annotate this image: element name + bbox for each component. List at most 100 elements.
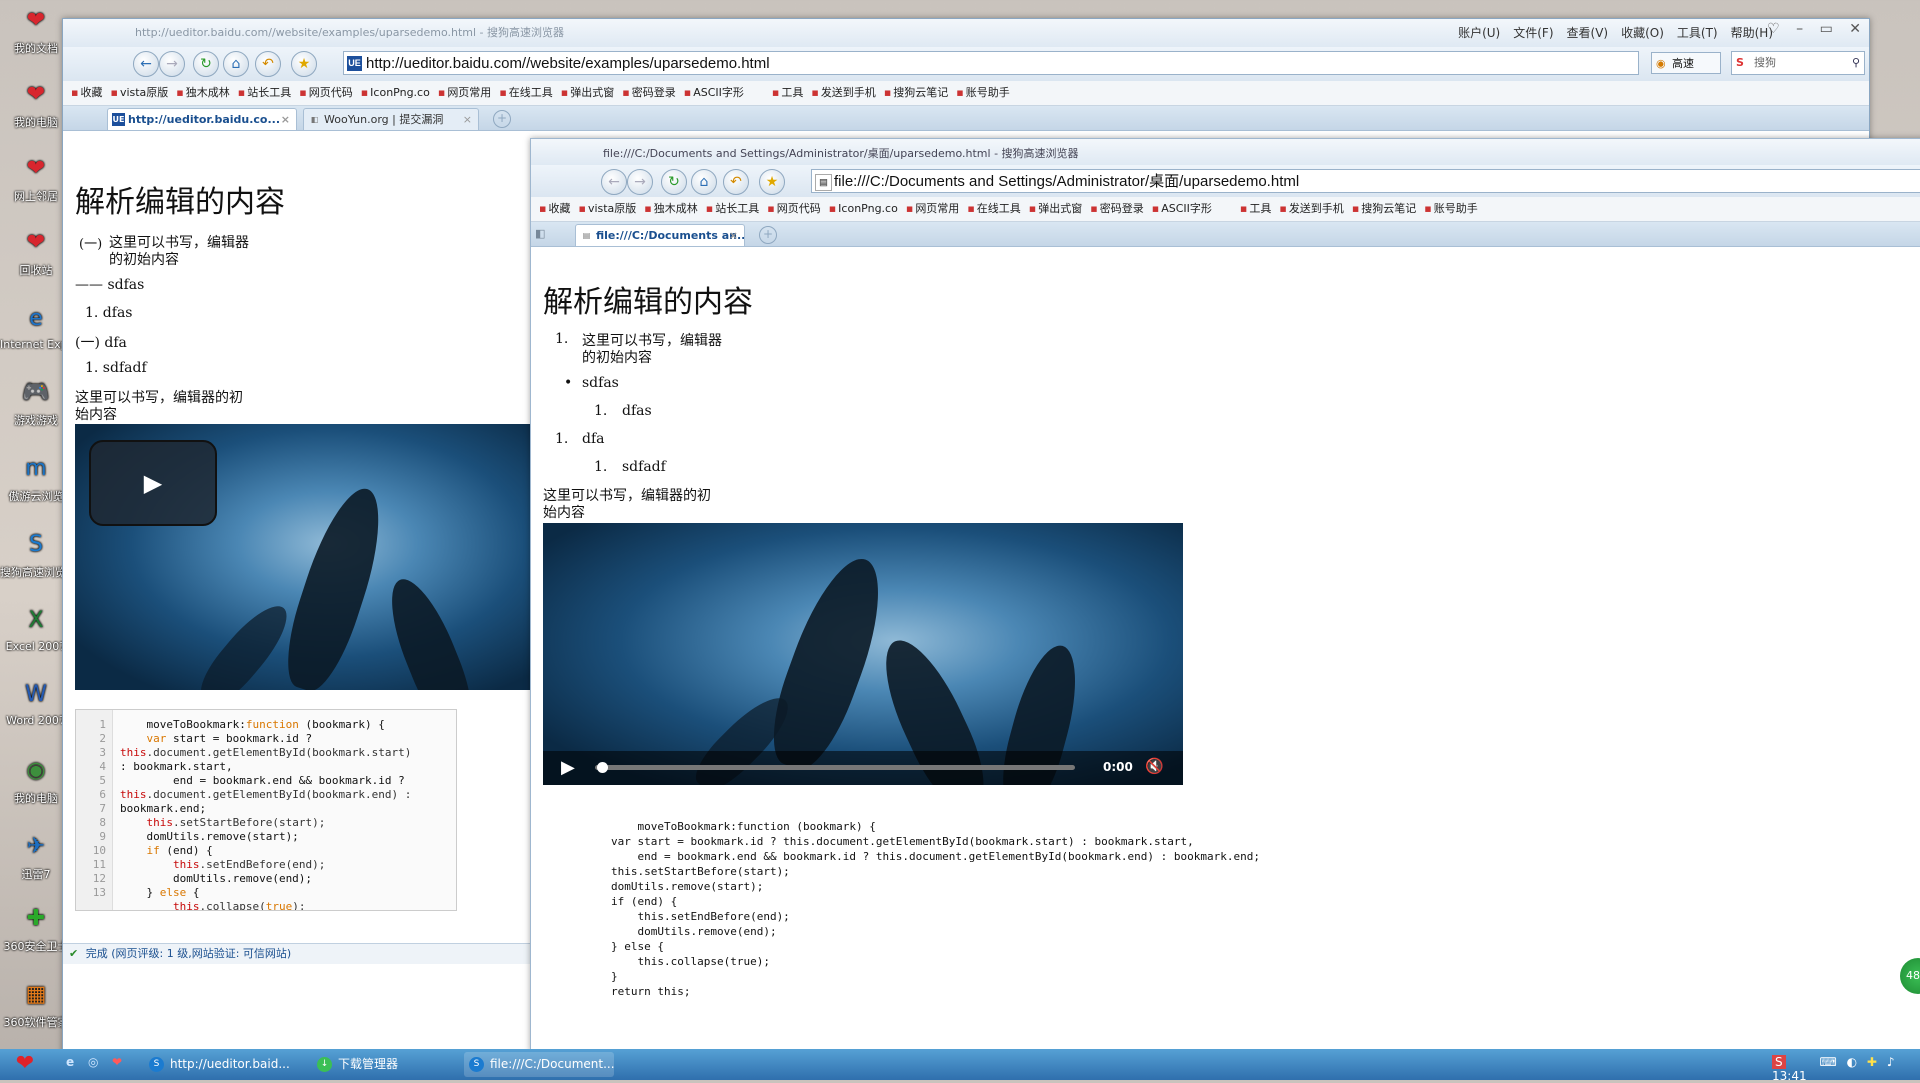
new-tab-button[interactable]: + — [493, 110, 511, 128]
speed-mode-button[interactable]: ◉ 高速 — [1651, 52, 1721, 74]
restore-icon[interactable]: ♡ — [1767, 21, 1780, 37]
favorite-label: 密码登录 — [1099, 202, 1144, 215]
undo-close-button[interactable]: ↶ — [723, 169, 749, 195]
close-tab-icon[interactable]: × — [463, 109, 472, 130]
excel-icon: X — [28, 607, 44, 633]
play-icon[interactable]: ▶ — [561, 757, 575, 778]
bookmark-icon: ▪ — [771, 86, 780, 99]
favorite-item[interactable]: ▪ IconPng.co — [829, 197, 898, 221]
titlebar[interactable]: file:///C:/Documents and Settings/Admini… — [531, 139, 1920, 165]
taskbar-button[interactable]: Shttp://ueditor.baid... — [144, 1052, 294, 1077]
menu-item[interactable]: 收藏(O) — [1621, 26, 1664, 40]
forward-button[interactable]: → — [627, 169, 653, 195]
address-bar[interactable]: ▤ file:///C:/Documents and Settings/Admi… — [811, 169, 1920, 193]
home-button[interactable]: ⌂ — [223, 51, 249, 77]
favorite-star-button[interactable]: ★ — [759, 169, 785, 195]
favorite-item[interactable]: ▪ 在线工具 — [967, 197, 1020, 221]
taskbar-button[interactable]: ↓ 下载管理器 — [312, 1052, 462, 1077]
sidebar-toggle-icon[interactable]: ◧ — [535, 227, 545, 240]
favorite-item[interactable]: ▪ 独木成林 — [644, 197, 697, 221]
tab-file-uparsedemo[interactable]: ▤ file:///C:/Documents an... × — [575, 224, 745, 246]
favorite-item[interactable]: ▪ 账号助手 — [956, 81, 1009, 105]
maximize-button[interactable]: ▭ — [1820, 21, 1833, 37]
mute-icon[interactable]: 🔇 — [1145, 757, 1164, 775]
menu-bar: 账户(U) 文件(F) 查看(V) 收藏(O) 工具(T) 帮助(H) — [1445, 24, 1773, 41]
video-player[interactable]: ▶ 0:00 🔇 — [543, 523, 1183, 785]
refresh-button[interactable]: ↻ — [661, 169, 687, 195]
video-player[interactable]: ▶ — [75, 424, 533, 690]
favorite-item[interactable]: ▪ 独木成林 — [176, 81, 229, 105]
search-icon[interactable]: ⚲ — [1852, 52, 1860, 74]
menu-item[interactable]: 文件(F) — [1513, 26, 1553, 40]
paragraph: 始内容 — [543, 505, 585, 521]
page-heading: 解析编辑的内容 — [543, 285, 753, 320]
titlebar[interactable]: http://ueditor.baidu.com//website/exampl… — [63, 19, 1869, 47]
code-line: } else { — [611, 940, 664, 953]
minimize-button[interactable]: – — [1796, 21, 1803, 37]
menu-item[interactable]: 工具(T) — [1677, 26, 1718, 40]
favorite-item[interactable]: ▪ 发送到手机 — [1279, 197, 1343, 221]
home-button[interactable]: ⌂ — [691, 169, 717, 195]
favorite-item[interactable]: ▪ 收藏 — [539, 197, 570, 221]
favorite-item[interactable]: ▪ 搜狗云笔记 — [884, 81, 948, 105]
favorite-item[interactable]: ▪ 工具 — [1240, 197, 1271, 221]
close-tab-icon[interactable]: × — [281, 109, 290, 130]
favorite-label: 发送到手机 — [1288, 202, 1344, 215]
taskbar-button[interactable]: Sfile:///C:/Document... — [464, 1052, 614, 1077]
favorite-item[interactable]: ▪ 收藏 — [71, 81, 102, 105]
page-icon: ◧ — [310, 115, 319, 124]
tab-wooyun[interactable]: ◧ WooYun.org | 提交漏洞 × — [303, 108, 479, 130]
play-button[interactable]: ▶ — [89, 440, 217, 526]
browser-window-front[interactable]: file:///C:/Documents and Settings/Admini… — [530, 138, 1920, 1052]
tab-ueditor[interactable]: UE http://ueditor.baidu.co... × — [107, 108, 297, 130]
favorite-item[interactable]: ▪ 搜狗云笔记 — [1352, 197, 1416, 221]
seek-bar[interactable] — [595, 762, 1075, 773]
undo-close-button[interactable]: ↶ — [255, 51, 281, 77]
line-number: 13 — [92, 886, 106, 899]
bookmark-icon: ▪ — [539, 202, 547, 215]
quicklaunch-browser-icon[interactable]: ◎ — [88, 1055, 98, 1069]
forward-button[interactable]: → — [159, 51, 185, 77]
favorite-item[interactable]: ▪ 工具 — [772, 81, 803, 105]
file-icon: ▤ — [815, 174, 832, 191]
quicklaunch-ie-icon[interactable]: e — [66, 1055, 74, 1069]
favorite-item[interactable]: ▪ 网页常用 — [906, 197, 959, 221]
favorite-item[interactable]: ▪ 站长工具 — [706, 197, 759, 221]
favorite-item[interactable]: ▪ 发送到手机 — [811, 81, 875, 105]
keyboard-icon[interactable]: ⌨ — [1819, 1055, 1836, 1069]
quicklaunch-heart-icon[interactable]: ❤ — [112, 1055, 122, 1069]
favorite-item[interactable]: ▪ 密码登录 — [1090, 197, 1143, 221]
menu-item[interactable]: 查看(V) — [1567, 26, 1609, 40]
favorite-item[interactable]: ▪ 密码登录 — [622, 81, 675, 105]
ime-icon[interactable]: S — [1772, 1055, 1786, 1069]
favorite-item[interactable]: ▪ 站长工具 — [238, 81, 291, 105]
network-icon[interactable]: ◐ — [1847, 1055, 1857, 1069]
favorite-item[interactable]: ▪ 网页常用 — [438, 81, 491, 105]
close-tab-icon[interactable]: × — [729, 225, 738, 246]
favorite-item[interactable]: ▪ vista原版 — [578, 197, 636, 221]
refresh-button[interactable]: ↻ — [193, 51, 219, 77]
address-bar[interactable]: UE http://ueditor.baidu.com//website/exa… — [343, 51, 1639, 75]
seek-handle[interactable] — [597, 762, 608, 773]
new-tab-button[interactable]: + — [759, 226, 777, 244]
favorite-item[interactable]: ▪ 网页代码 — [767, 197, 820, 221]
favorite-item[interactable]: ▪ 弹出式窗 — [1029, 197, 1082, 221]
close-button[interactable]: ✕ — [1849, 21, 1861, 37]
favorite-item[interactable]: ▪ 账号助手 — [1424, 197, 1477, 221]
menu-item[interactable]: 账户(U) — [1458, 26, 1500, 40]
favorite-item[interactable]: ▪ ASCII字形 — [684, 81, 744, 105]
search-box[interactable]: S 搜狗 ⚲ — [1731, 51, 1865, 75]
favorite-item[interactable]: ▪ vista原版 — [110, 81, 168, 105]
favorite-item[interactable]: ▪ ASCII字形 — [1152, 197, 1212, 221]
back-button[interactable]: ← — [133, 51, 159, 77]
volume-icon[interactable]: ♪ — [1887, 1055, 1895, 1069]
back-button[interactable]: ← — [601, 169, 627, 195]
start-button[interactable]: ❤ — [8, 1051, 42, 1078]
bookmark-icon: ▪ — [683, 86, 692, 99]
security-icon[interactable]: ✚ — [1867, 1055, 1877, 1069]
favorite-star-button[interactable]: ★ — [291, 51, 317, 77]
favorite-item[interactable]: ▪ 网页代码 — [299, 81, 352, 105]
favorite-item[interactable]: ▪ IconPng.co — [361, 81, 430, 105]
favorite-item[interactable]: ▪ 弹出式窗 — [561, 81, 614, 105]
favorite-item[interactable]: ▪ 在线工具 — [499, 81, 552, 105]
